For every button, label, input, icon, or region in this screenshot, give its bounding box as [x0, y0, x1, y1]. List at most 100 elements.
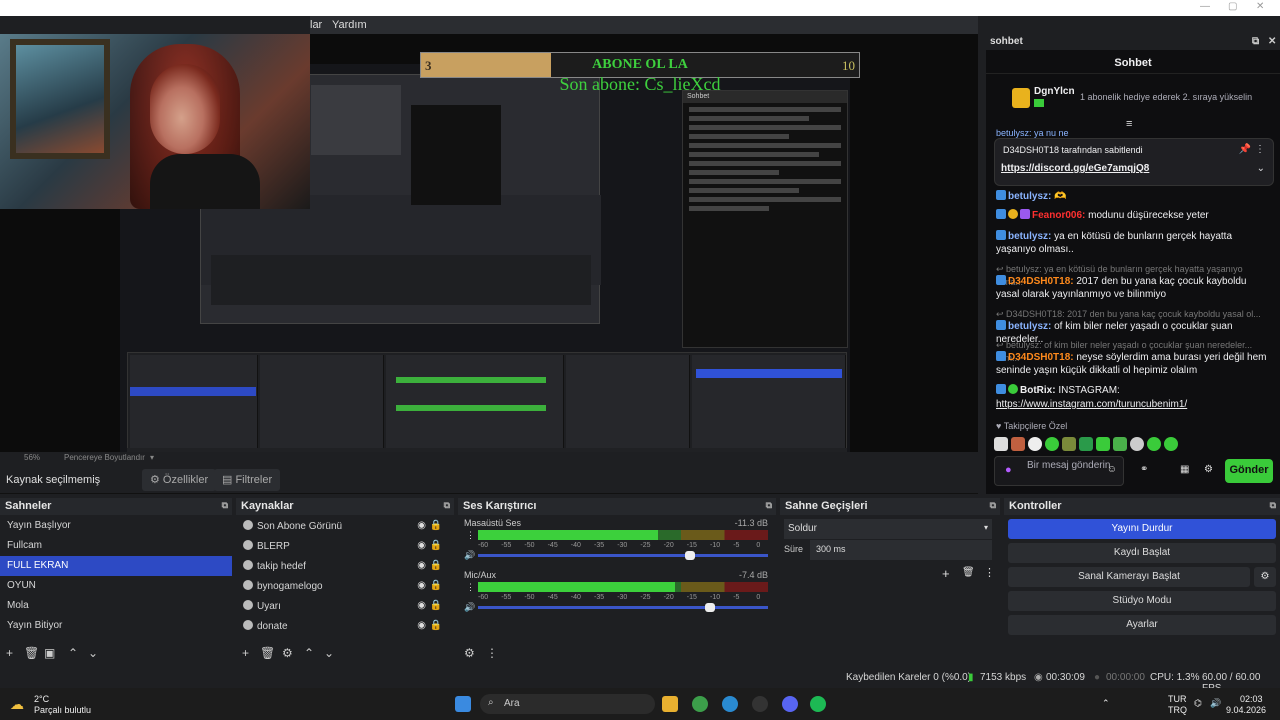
popout-icon[interactable]: ⧉ — [1270, 500, 1276, 511]
clock-date[interactable]: 9.04.2026 — [1226, 705, 1266, 715]
lock-icon[interactable]: 🔒 — [430, 540, 442, 551]
gear-icon[interactable]: ⚙ — [1204, 464, 1213, 475]
scene-item[interactable]: FULL EKRAN — [0, 556, 232, 576]
gear-icon[interactable]: ⚙ — [1254, 567, 1276, 587]
close-icon[interactable]: ✕ — [1256, 1, 1264, 12]
eye-icon[interactable]: ◉ — [417, 620, 426, 631]
eye-icon[interactable]: ◉ — [417, 520, 426, 531]
chrome-icon[interactable] — [692, 696, 708, 712]
source-item[interactable]: Son Abone Görünü ◉ 🔒 — [236, 516, 454, 536]
maximize-icon[interactable]: ▢ — [1228, 1, 1237, 12]
filter-icon[interactable]: ▣ — [44, 646, 55, 660]
popout-icon[interactable]: ⧉ — [990, 500, 996, 511]
emote-icon[interactable] — [1028, 436, 1042, 451]
emote-icon[interactable] — [1113, 436, 1127, 451]
properties-button[interactable]: ⚙ Özellikler — [142, 469, 217, 491]
weather-text[interactable]: Parçalı bulutlu — [34, 705, 91, 715]
preview-canvas[interactable]: Sohbet 3 ABONE OL LA 10 Son abone: Cs_li… — [0, 34, 978, 452]
emote-icon[interactable] — [1045, 436, 1059, 451]
more-icon[interactable]: ⋮ — [466, 530, 475, 541]
edge-icon[interactable] — [722, 696, 738, 712]
temperature[interactable]: 2°C — [34, 694, 49, 704]
emote-icon[interactable] — [1079, 436, 1093, 451]
spotify-icon[interactable] — [810, 696, 826, 712]
popout-icon[interactable]: ⧉ — [444, 500, 450, 511]
eye-icon[interactable]: ◉ — [417, 540, 426, 551]
gift-user[interactable]: DgnYlcn — [1034, 86, 1075, 97]
scene-item[interactable]: Mola — [0, 596, 232, 616]
emote-icon[interactable] — [1062, 436, 1076, 451]
source-item[interactable]: donate ◉ 🔒 — [236, 616, 454, 636]
mic-icon[interactable]: ● — [1005, 464, 1012, 476]
start-recording-button[interactable]: Kaydı Başlat — [1008, 543, 1276, 563]
menu-item-help[interactable]: Yardım — [332, 19, 367, 31]
more-icon[interactable]: ⋮ — [466, 582, 475, 593]
pin-icon[interactable]: 📌 — [1239, 144, 1251, 155]
pinned-link[interactable]: https://discord.gg/eGe7amqjQ8 — [1001, 163, 1149, 174]
start-virtual-camera-button[interactable]: Sanal Kamerayı Başlat — [1008, 567, 1250, 587]
add-icon[interactable]: + — [6, 646, 13, 660]
more-icon[interactable]: ⋮ — [984, 566, 995, 579]
minimize-icon[interactable]: — — [1200, 1, 1210, 12]
eye-icon[interactable]: ◉ — [417, 560, 426, 571]
add-icon[interactable]: + — [242, 646, 249, 660]
chevron-down-icon[interactable]: ▾ — [150, 453, 154, 462]
trash-icon[interactable]: 🗑 — [260, 646, 275, 660]
store-icon[interactable]: ▦ — [1180, 464, 1189, 475]
eye-icon[interactable]: ◉ — [417, 580, 426, 591]
volume-slider[interactable] — [478, 603, 768, 612]
speaker-icon[interactable]: 🔊 — [464, 550, 475, 561]
lock-icon[interactable]: 🔒 — [430, 620, 442, 631]
menu-item-partial[interactable]: lar — [310, 19, 322, 31]
send-button[interactable]: Gönder — [1225, 459, 1273, 483]
chevron-down-icon[interactable]: ⌄ — [1257, 163, 1265, 174]
volume-handle[interactable] — [684, 551, 695, 560]
emote-icon[interactable] — [1130, 436, 1144, 451]
taskbar-search[interactable]: ⌕ Ara — [480, 694, 655, 714]
eye-icon[interactable]: ◉ — [417, 600, 426, 611]
volume-icon[interactable]: 🔊 — [1210, 698, 1221, 709]
emote-icon[interactable] — [1164, 436, 1178, 451]
studio-mode-button[interactable]: Stüdyo Modu — [1008, 591, 1276, 611]
emote-icon[interactable] — [1011, 436, 1025, 451]
source-item[interactable]: BLERP ◉ 🔒 — [236, 536, 454, 556]
chevron-down-icon[interactable]: ⌄ — [88, 646, 98, 660]
instagram-link[interactable]: https://www.instagram.com/turuncubenim1/ — [996, 398, 1272, 411]
chevron-up-icon[interactable]: ⌃ — [68, 646, 78, 660]
fit-window[interactable]: Pencereye Boyutlandır — [64, 453, 145, 462]
popout-icon[interactable]: ⧉ — [766, 500, 772, 511]
lock-icon[interactable]: 🔒 — [430, 520, 442, 531]
more-icon[interactable]: ⋮ — [486, 646, 498, 660]
popout-icon[interactable]: ⧉ — [222, 500, 228, 511]
scene-item[interactable]: Fullcam — [0, 536, 232, 556]
chat-input[interactable]: ● Bir mesaj gönderin ☺ — [994, 456, 1124, 486]
stop-stream-button[interactable]: Yayını Durdur — [1008, 519, 1276, 539]
network-icon[interactable]: ⌬ — [1194, 698, 1202, 709]
scene-item[interactable]: Yayın Başlıyor — [0, 516, 232, 536]
start-icon[interactable] — [455, 696, 471, 712]
duration-input[interactable]: 300 ms — [810, 540, 992, 560]
emoji-icon[interactable]: ☺ — [1107, 464, 1117, 476]
volume-handle[interactable] — [705, 603, 715, 612]
filters-button[interactable]: ▤ Filtreler — [214, 469, 281, 491]
lock-icon[interactable]: 🔒 — [430, 560, 442, 571]
zoom-level[interactable]: 56% — [24, 453, 40, 462]
settings-button[interactable]: Ayarlar — [1008, 615, 1276, 635]
chevron-up-icon[interactable]: ⌃ — [304, 646, 314, 660]
chevron-down-icon[interactable]: ⌄ — [324, 646, 334, 660]
popout-icon[interactable]: ⧉ — [1252, 36, 1259, 47]
points-icon[interactable]: ⚭ — [1140, 464, 1148, 475]
collapse-icon[interactable]: ≡ — [1126, 118, 1132, 130]
transition-select[interactable]: Soldur ▾ — [784, 519, 992, 539]
lock-icon[interactable]: 🔒 — [430, 580, 442, 591]
lock-icon[interactable]: 🔒 — [430, 600, 442, 611]
advanced-audio-icon[interactable]: ⚙ — [464, 646, 475, 660]
weather-icon[interactable]: ☁ — [10, 696, 24, 713]
clock-time[interactable]: 02:03 — [1240, 694, 1263, 704]
source-item[interactable]: takip hedef ◉ 🔒 — [236, 556, 454, 576]
trash-icon[interactable]: 🗑 — [24, 646, 39, 660]
chevron-up-icon[interactable]: ⌃ — [1102, 698, 1110, 709]
add-icon[interactable]: + — [942, 566, 950, 581]
source-item[interactable]: bynogamelogo ◉ 🔒 — [236, 576, 454, 596]
source-item[interactable]: Uyarı ◉ 🔒 — [236, 596, 454, 616]
